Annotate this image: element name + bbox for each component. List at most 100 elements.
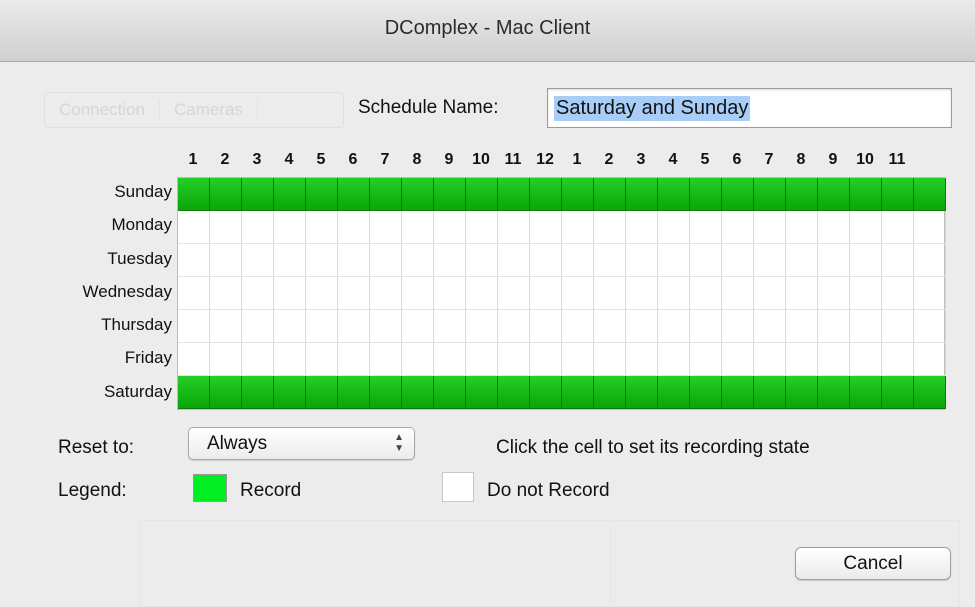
schedule-cell[interactable]	[818, 244, 850, 277]
schedule-cell[interactable]	[274, 277, 306, 310]
schedule-cell[interactable]	[178, 178, 210, 211]
schedule-cell[interactable]	[562, 211, 594, 244]
schedule-cell[interactable]	[338, 310, 370, 343]
schedule-cell[interactable]	[594, 211, 626, 244]
schedule-cell[interactable]	[210, 211, 242, 244]
schedule-cell[interactable]	[306, 244, 338, 277]
schedule-cell[interactable]	[818, 211, 850, 244]
schedule-cell[interactable]	[594, 277, 626, 310]
schedule-cell[interactable]	[242, 277, 274, 310]
schedule-cell[interactable]	[658, 211, 690, 244]
schedule-cell[interactable]	[338, 211, 370, 244]
schedule-cell[interactable]	[178, 211, 210, 244]
schedule-cell[interactable]	[882, 343, 914, 376]
schedule-cell[interactable]	[850, 277, 882, 310]
schedule-cell[interactable]	[690, 343, 722, 376]
schedule-cell[interactable]	[242, 244, 274, 277]
schedule-cell[interactable]	[754, 244, 786, 277]
schedule-cell[interactable]	[498, 376, 530, 409]
schedule-cell[interactable]	[882, 310, 914, 343]
schedule-cell[interactable]	[722, 178, 754, 211]
schedule-cell[interactable]	[882, 178, 914, 211]
schedule-cell[interactable]	[370, 178, 402, 211]
schedule-cell[interactable]	[882, 244, 914, 277]
schedule-cell[interactable]	[466, 244, 498, 277]
schedule-cell[interactable]	[434, 376, 466, 409]
schedule-cell[interactable]	[210, 277, 242, 310]
schedule-cell[interactable]	[594, 343, 626, 376]
schedule-cell[interactable]	[914, 211, 946, 244]
schedule-cell[interactable]	[402, 310, 434, 343]
schedule-cell[interactable]	[466, 211, 498, 244]
schedule-cell[interactable]	[754, 343, 786, 376]
schedule-cell[interactable]	[466, 277, 498, 310]
schedule-cell[interactable]	[530, 343, 562, 376]
schedule-cell[interactable]	[786, 343, 818, 376]
schedule-cell[interactable]	[690, 376, 722, 409]
schedule-cell[interactable]	[754, 310, 786, 343]
schedule-cell[interactable]	[210, 178, 242, 211]
schedule-cell[interactable]	[786, 244, 818, 277]
schedule-cell[interactable]	[818, 343, 850, 376]
schedule-cell[interactable]	[178, 277, 210, 310]
schedule-name-input[interactable]: Saturday and Sunday	[547, 88, 952, 128]
schedule-cell[interactable]	[722, 244, 754, 277]
schedule-cell[interactable]	[370, 376, 402, 409]
schedule-cell[interactable]	[626, 244, 658, 277]
schedule-cell[interactable]	[850, 343, 882, 376]
schedule-cell[interactable]	[306, 211, 338, 244]
schedule-cell[interactable]	[274, 343, 306, 376]
schedule-cell[interactable]	[434, 343, 466, 376]
schedule-cell[interactable]	[466, 376, 498, 409]
schedule-cell[interactable]	[274, 211, 306, 244]
schedule-cell[interactable]	[786, 178, 818, 211]
schedule-cell[interactable]	[306, 277, 338, 310]
schedule-cell[interactable]	[850, 211, 882, 244]
schedule-cell[interactable]	[274, 310, 306, 343]
schedule-cell[interactable]	[658, 244, 690, 277]
schedule-cell[interactable]	[562, 277, 594, 310]
schedule-cell[interactable]	[306, 178, 338, 211]
schedule-cell[interactable]	[914, 376, 946, 409]
schedule-cell[interactable]	[626, 343, 658, 376]
schedule-cell[interactable]	[402, 343, 434, 376]
schedule-cell[interactable]	[402, 244, 434, 277]
schedule-cell[interactable]	[530, 178, 562, 211]
reset-to-popup[interactable]: Always ▲ ▼	[188, 427, 415, 460]
schedule-cell[interactable]	[562, 310, 594, 343]
schedule-cell[interactable]	[786, 376, 818, 409]
schedule-cell[interactable]	[370, 244, 402, 277]
schedule-cell[interactable]	[434, 244, 466, 277]
schedule-cell[interactable]	[850, 244, 882, 277]
schedule-cell[interactable]	[370, 277, 402, 310]
schedule-cell[interactable]	[562, 343, 594, 376]
schedule-cell[interactable]	[242, 178, 274, 211]
schedule-cell[interactable]	[754, 376, 786, 409]
schedule-cell[interactable]	[658, 376, 690, 409]
schedule-cell[interactable]	[914, 343, 946, 376]
schedule-cell[interactable]	[274, 178, 306, 211]
cancel-button[interactable]: Cancel	[795, 547, 951, 580]
schedule-cell[interactable]	[658, 178, 690, 211]
schedule-cell[interactable]	[498, 211, 530, 244]
schedule-cell[interactable]	[338, 376, 370, 409]
schedule-cell[interactable]	[402, 211, 434, 244]
schedule-cell[interactable]	[434, 310, 466, 343]
schedule-cell[interactable]	[178, 244, 210, 277]
schedule-cell[interactable]	[914, 277, 946, 310]
schedule-cell[interactable]	[818, 376, 850, 409]
schedule-cell[interactable]	[242, 343, 274, 376]
schedule-cell[interactable]	[338, 343, 370, 376]
schedule-cell[interactable]	[434, 277, 466, 310]
schedule-cell[interactable]	[178, 376, 210, 409]
schedule-cell[interactable]	[210, 376, 242, 409]
schedule-cell[interactable]	[466, 310, 498, 343]
schedule-cell[interactable]	[530, 310, 562, 343]
schedule-cell[interactable]	[914, 244, 946, 277]
schedule-cell[interactable]	[690, 178, 722, 211]
schedule-cell[interactable]	[882, 211, 914, 244]
schedule-cell[interactable]	[914, 178, 946, 211]
schedule-cell[interactable]	[626, 211, 658, 244]
schedule-cell[interactable]	[722, 310, 754, 343]
schedule-cell[interactable]	[722, 376, 754, 409]
